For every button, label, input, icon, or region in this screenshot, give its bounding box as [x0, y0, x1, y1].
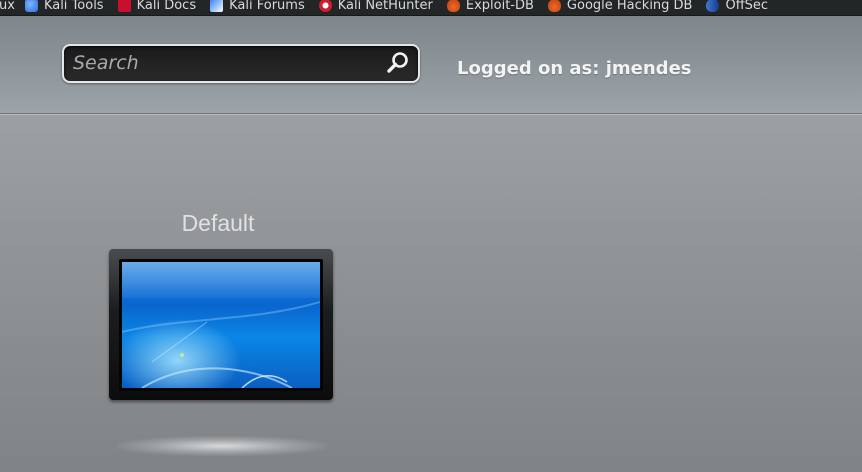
- bookmark-kali-docs[interactable]: Kali Docs: [117, 0, 197, 13]
- kali-nethunter-icon: [318, 0, 332, 12]
- bookmark-label: Exploit-DB: [465, 0, 534, 13]
- search-icon[interactable]: [386, 51, 410, 75]
- desktop-label: Default: [181, 210, 255, 236]
- logged-in-user: Logged on as: jmendes: [457, 58, 692, 79]
- bookmarks-toolbar: ux Kali Tools Kali Docs Kali Forums Kali…: [0, 0, 862, 16]
- kali-tools-icon: [24, 0, 38, 12]
- bookmark-label: Kali NetHunter: [337, 0, 433, 13]
- bookmark-label: Kali Docs: [136, 0, 197, 13]
- bookmark-exploit-db[interactable]: Exploit-DB: [446, 0, 534, 13]
- bookmark-google-hacking-db[interactable]: Google Hacking DB: [547, 0, 693, 13]
- bookmark-kali-tools[interactable]: Kali Tools: [24, 0, 104, 13]
- bookmark-label: Kali Forums: [229, 0, 305, 13]
- bookmark-label: Google Hacking DB: [566, 0, 693, 13]
- exploit-db-icon: [446, 0, 460, 12]
- bookmark-offsec[interactable]: OffSec: [706, 0, 768, 13]
- bookmark-label: Kali Tools: [43, 0, 104, 13]
- offsec-icon: [706, 0, 720, 12]
- search-box[interactable]: [62, 44, 420, 83]
- thumbnail-reflection: [117, 436, 327, 456]
- bookmark-kali-forums[interactable]: Kali Forums: [210, 0, 305, 13]
- bookmark-label: OffSec: [725, 0, 769, 13]
- exploit-db-icon: [547, 0, 561, 12]
- desktop-thumbnail[interactable]: [109, 249, 333, 400]
- search-input[interactable]: [73, 52, 373, 74]
- desktop-tile-default[interactable]: Default: [109, 208, 335, 458]
- wallpaper-swirl: [122, 301, 320, 388]
- page-header: Logged on as: jmendes: [0, 16, 862, 114]
- kali-docs-icon: [117, 0, 131, 12]
- monitor-screen: [119, 259, 323, 391]
- bookmark-label: ux: [0, 0, 15, 13]
- kali-forums-icon: [210, 0, 224, 12]
- wallpaper-image: [122, 262, 320, 388]
- bookmark-truncated[interactable]: ux: [0, 0, 15, 13]
- bookmark-kali-nethunter[interactable]: Kali NetHunter: [318, 0, 433, 13]
